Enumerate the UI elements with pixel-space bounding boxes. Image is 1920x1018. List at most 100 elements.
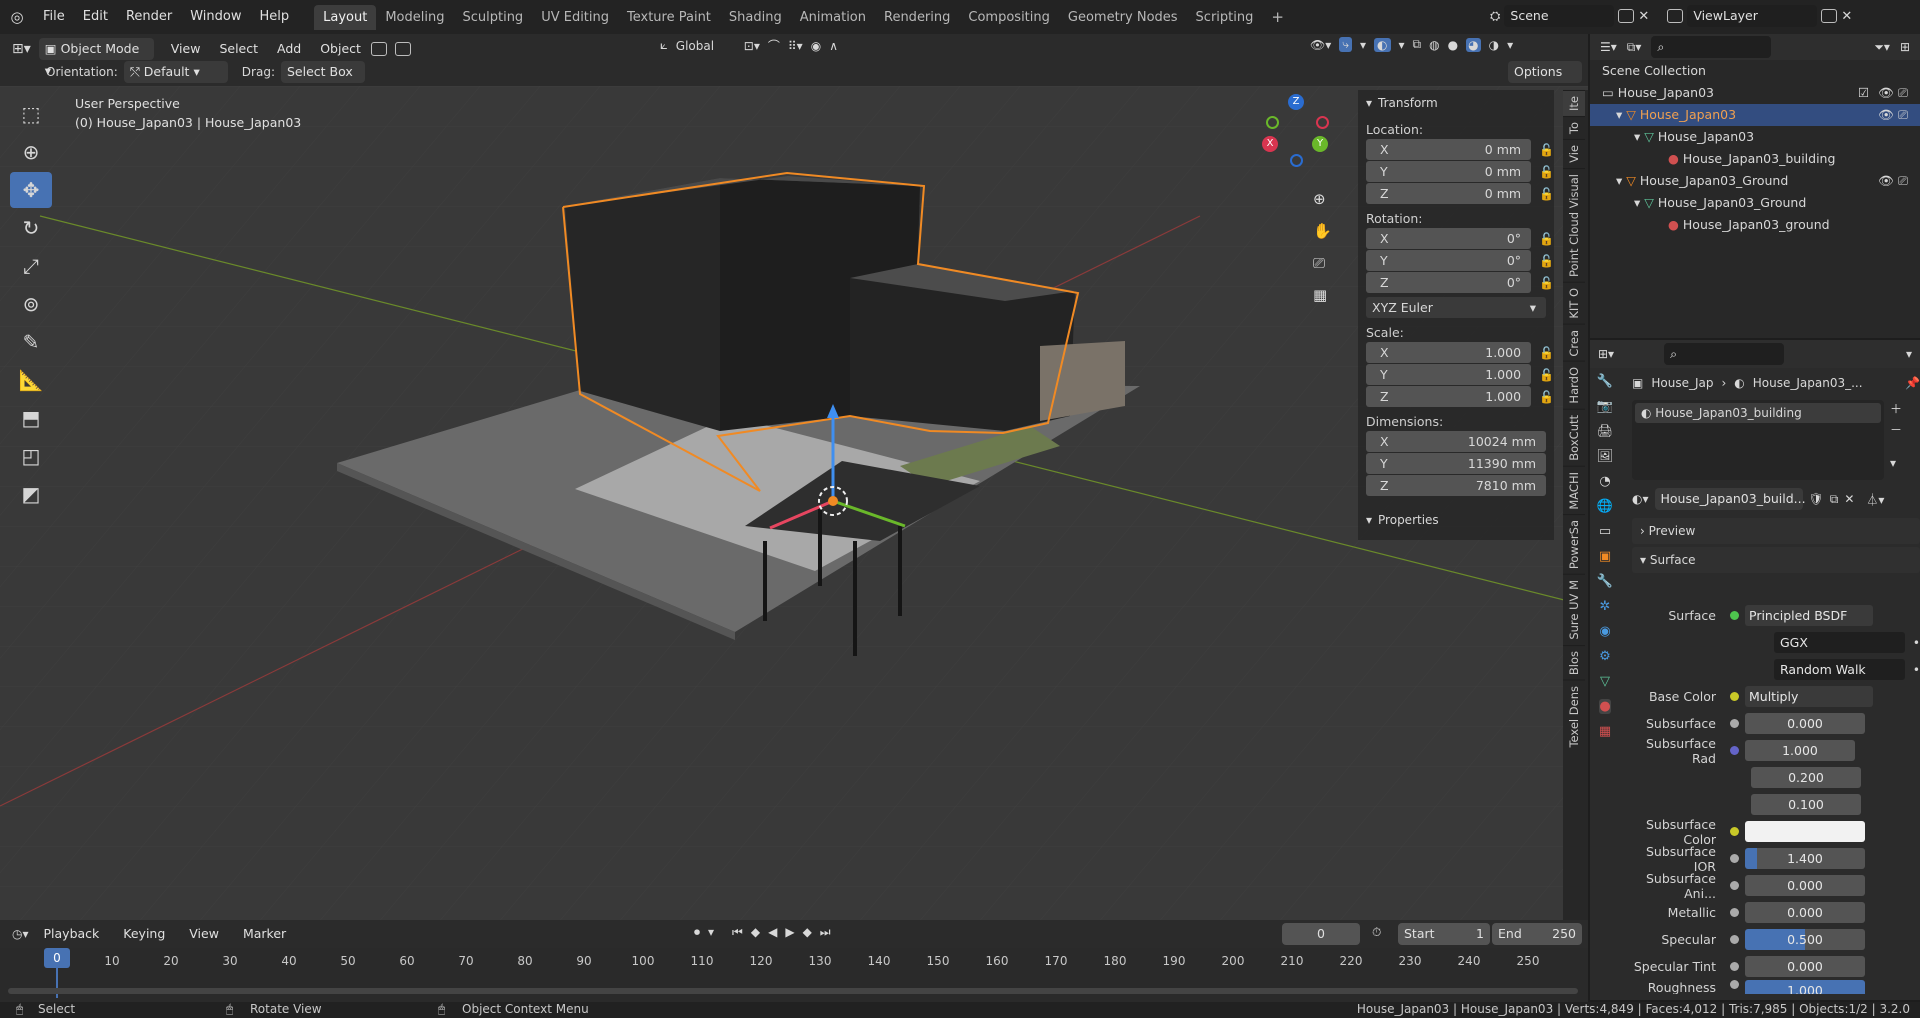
gizmo-neg-x[interactable] <box>1316 116 1329 129</box>
particles-props-icon[interactable]: ✲ <box>1600 599 1611 614</box>
selection-mode-2-icon[interactable] <box>394 42 411 56</box>
filter-icon[interactable]: ⏷▾ <box>1874 40 1890 55</box>
scale-tool-icon[interactable]: ⤢ <box>10 248 52 284</box>
menu-render[interactable]: Render <box>117 5 181 29</box>
scene-props-icon[interactable]: ◔ <box>1599 474 1610 489</box>
view-layer-props-icon[interactable]: 🖼 <box>1597 449 1614 464</box>
node-link-icon[interactable]: ⏃▾ <box>1866 491 1884 508</box>
visibility-icon[interactable]: 👁▾ <box>1310 38 1331 52</box>
distribution-dropdown[interactable]: GGX <box>1774 632 1905 653</box>
drag-selector[interactable]: Select Box <box>280 61 365 83</box>
gizmo-z-axis[interactable]: Z <box>1288 94 1304 110</box>
timeline-editor-icon[interactable]: ◷▾ <box>12 927 29 941</box>
scale-z-field[interactable]: Z 1.000 <box>1366 386 1532 407</box>
solid-shading-icon[interactable]: ● <box>1448 38 1458 52</box>
expand-arrow-icon[interactable]: ▾ <box>1616 107 1626 122</box>
gizmo-x-axis[interactable]: X <box>1262 136 1278 152</box>
3d-viewport[interactable]: User Perspective (0) House_Japan03 | Hou… <box>0 86 1588 920</box>
lock-icon[interactable]: 🔓 <box>1539 187 1554 201</box>
move-tool-icon[interactable]: ✥ <box>10 172 52 208</box>
navigation-gizmo[interactable]: Z X Y <box>1258 94 1338 167</box>
vp-menu-object[interactable]: Object <box>318 37 363 61</box>
snap-icon[interactable]: ⌒ <box>768 37 780 54</box>
ortho-grid-icon[interactable]: ▦ <box>1313 286 1332 304</box>
transform-tool-icon[interactable]: ⊚ <box>10 286 52 322</box>
subsurface-ior-field[interactable]: 1.400 <box>1745 848 1865 869</box>
dimensions-y-field[interactable]: Y 11390 mm <box>1366 453 1546 474</box>
annotate-tool-icon[interactable]: ✎ <box>10 324 52 360</box>
properties-editor-icon[interactable]: ⊞▾ <box>1598 347 1614 361</box>
vp-menu-select[interactable]: Select <box>217 37 260 61</box>
lock-icon[interactable]: 🔓 <box>1539 368 1554 382</box>
render-props-icon[interactable]: 📷 <box>1597 399 1613 414</box>
menu-edit[interactable]: Edit <box>74 5 117 29</box>
proportional-edit-icon[interactable]: ◉ <box>811 39 821 53</box>
menu-file[interactable]: File <box>34 5 74 29</box>
rotation-y-field[interactable]: Y 0° <box>1366 250 1532 271</box>
tab-rendering[interactable]: Rendering <box>875 5 959 30</box>
overlay-toggle-icon[interactable]: ◐ <box>1374 37 1391 52</box>
tab-compositing[interactable]: Compositing <box>959 5 1059 30</box>
subsurface-radius-y-field[interactable]: 0.200 <box>1751 767 1861 788</box>
jump-keyframe-forward-icon[interactable]: ◆ <box>803 925 812 940</box>
house-front-wall[interactable] <box>565 178 720 431</box>
texture-props-icon[interactable]: ▦ <box>1599 724 1611 739</box>
snap-target-icon[interactable]: ⠿▾ <box>788 39 803 53</box>
unlink-material-icon[interactable]: ✕ <box>1844 492 1854 506</box>
material-slot-item[interactable]: ◐ House_Japan03_building <box>1635 403 1881 423</box>
gizmo-neg-z[interactable] <box>1290 154 1303 167</box>
overlay-dropdown-icon[interactable]: ▾ <box>1399 38 1405 52</box>
orientation-selector[interactable]: ⤲ Default ▾ <box>123 61 228 83</box>
record-icon[interactable]: ⏺ <box>694 925 700 940</box>
outliner-row-collection[interactable]: ▭ House_Japan03 ☑ 👁 ⎚ <box>1590 82 1920 104</box>
playhead[interactable]: 0 <box>44 948 70 968</box>
subsurface-field[interactable]: 0.000 <box>1745 713 1865 734</box>
breadcrumb-object[interactable]: House_Jap <box>1651 376 1713 390</box>
camera-icon[interactable]: ⎚ <box>1898 104 1908 126</box>
eye-icon[interactable]: 👁 <box>1878 170 1894 192</box>
start-frame-field[interactable]: Start 1 <box>1398 923 1490 945</box>
menu-help[interactable]: Help <box>251 5 299 29</box>
chevron-down-icon[interactable]: ▾ <box>1906 347 1912 361</box>
rotation-mode-selector[interactable]: XYZ Euler ▾ <box>1366 297 1546 318</box>
lock-icon[interactable]: 🔓 <box>1539 346 1554 360</box>
record-dropdown-icon[interactable]: ▾ <box>708 925 714 940</box>
outliner-row-object[interactable]: ▾ ▽ House_Japan03 👁 ⎚ <box>1590 104 1920 126</box>
add-workspace-button[interactable]: + <box>1262 5 1293 30</box>
add-slot-button[interactable]: ＋ <box>1890 400 1902 417</box>
new-collection-icon[interactable]: ⊞ <box>1900 40 1910 54</box>
properties-search-input[interactable]: ⌕ <box>1664 343 1785 365</box>
jump-end-icon[interactable]: ⏭ <box>820 925 831 940</box>
measure-tool-icon[interactable]: 📐 <box>10 362 52 398</box>
timeline-menu-playback[interactable]: Playback <box>35 922 109 946</box>
lock-icon[interactable]: 🔓 <box>1539 390 1554 404</box>
sidetab-kit-ops[interactable]: KIT O <box>1563 282 1585 324</box>
preview-panel[interactable]: › Preview <box>1632 518 1920 544</box>
tab-scripting[interactable]: Scripting <box>1187 5 1263 30</box>
sidetab-point-cloud[interactable]: Point Cloud Visual <box>1563 167 1585 283</box>
roughness-field[interactable]: 1.000 <box>1745 980 1865 994</box>
tool-props-icon[interactable]: 🔧 <box>1597 374 1613 389</box>
end-frame-field[interactable]: End 250 <box>1492 923 1582 945</box>
outliner-row-scene-collection[interactable]: Scene Collection <box>1590 60 1920 82</box>
remove-scene-icon[interactable]: ✕ <box>1638 9 1649 24</box>
vp-menu-view[interactable]: View <box>162 37 210 61</box>
world-props-icon[interactable]: 🌐 <box>1597 499 1613 514</box>
viewport-scene[interactable] <box>0 86 1588 920</box>
subsurface-radius-z-field[interactable]: 0.100 <box>1751 794 1861 815</box>
subsurface-radius-x-field[interactable]: 1.000 <box>1745 740 1855 761</box>
tab-uv-editing[interactable]: UV Editing <box>532 5 618 30</box>
eye-icon[interactable]: 👁 <box>1878 82 1894 104</box>
play-reverse-icon[interactable]: ◀ <box>768 925 777 940</box>
physics-props-icon[interactable]: ◉ <box>1599 624 1610 639</box>
expand-arrow-icon[interactable]: ▾ <box>1634 129 1644 144</box>
camera-view-icon[interactable]: ⎚ <box>1313 254 1332 272</box>
tab-shading[interactable]: Shading <box>720 5 791 30</box>
scene-selector[interactable]: Scene <box>1504 5 1615 27</box>
material-props-icon[interactable]: ● <box>1599 699 1611 714</box>
sidetab-boxcutter[interactable]: BoxCutt <box>1563 408 1585 466</box>
outliner-row-material[interactable]: ● House_Japan03_building <box>1590 148 1920 170</box>
jump-keyframe-back-icon[interactable]: ◆ <box>751 925 760 940</box>
timeline-menu-view[interactable]: View <box>180 922 228 946</box>
eye-icon[interactable]: 👁 <box>1878 104 1894 126</box>
